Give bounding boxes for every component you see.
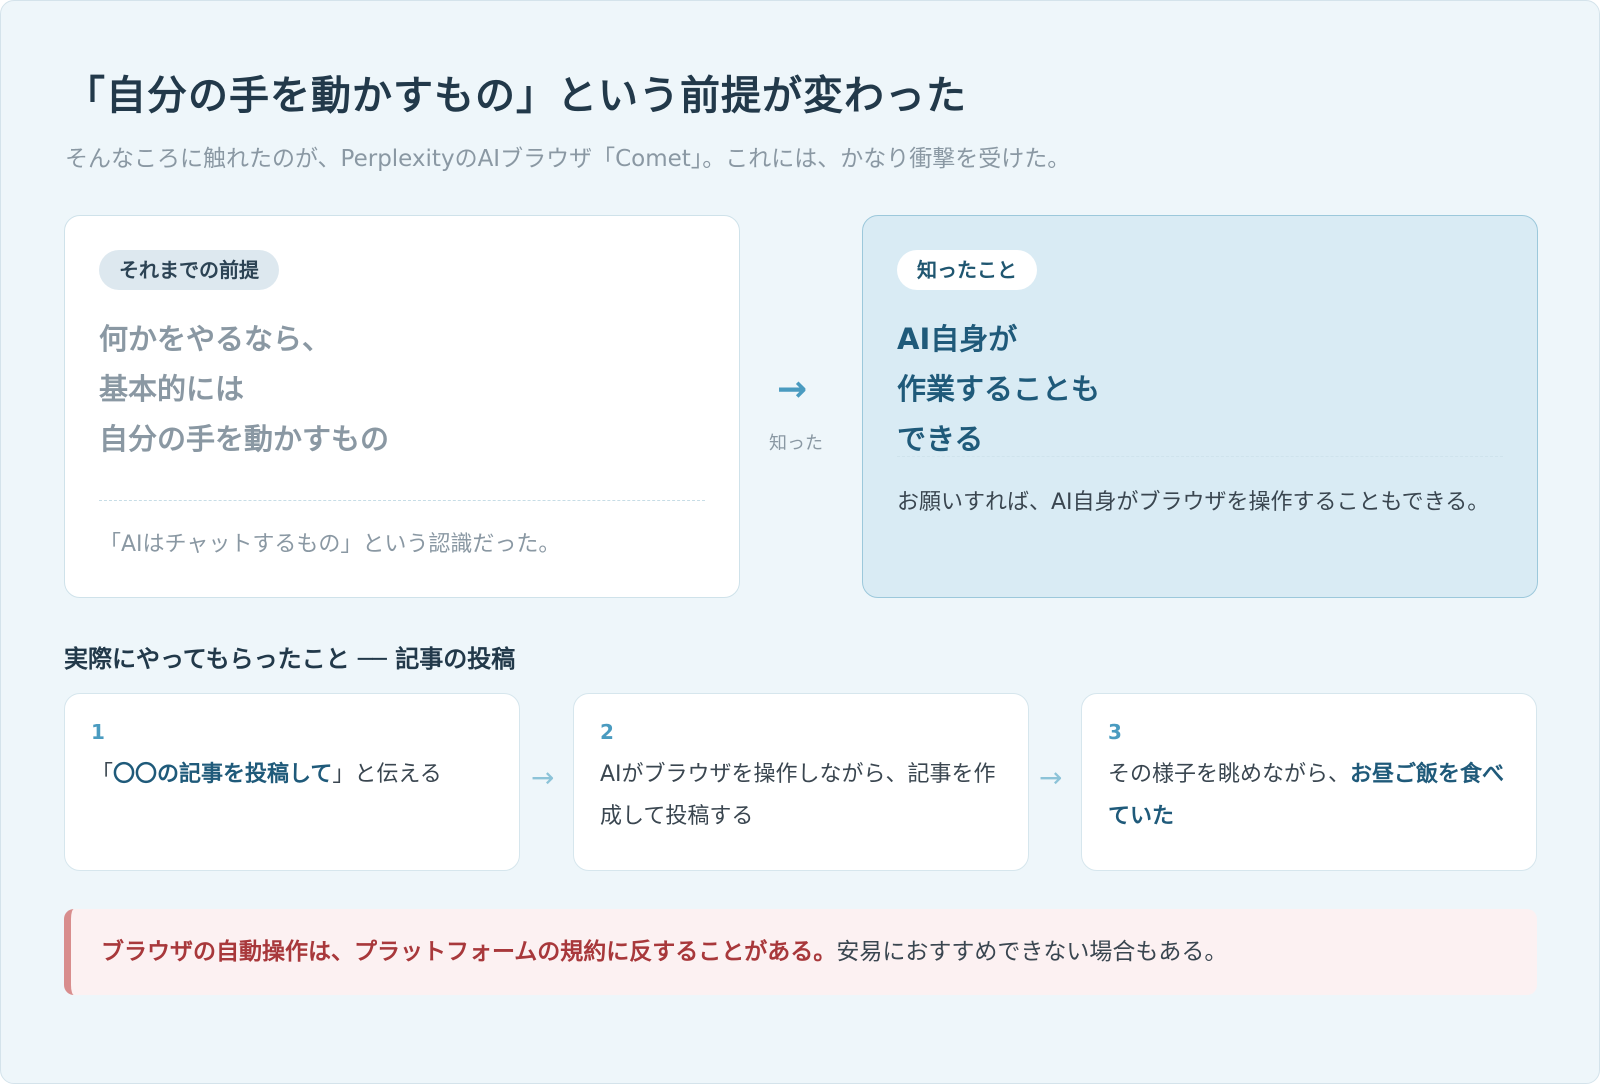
before-line: 基本的には: [99, 372, 245, 406]
before-pill: それまでの前提: [99, 250, 279, 290]
step-text-plain: 」と伝える: [332, 762, 442, 787]
page-subtitle: そんなころに触れたのが、PerplexityのAIブラウザ「Comet」。これに…: [65, 146, 1071, 172]
transition-label: 知った: [769, 433, 823, 454]
after-note: お願いすれば、AI自身がブラウザを操作することもできる。: [897, 490, 1490, 515]
step-text-strong: 〇〇の記事を投稿して: [113, 762, 333, 787]
step-text: 「〇〇の記事を投稿して」と伝える: [91, 754, 499, 796]
right-arrow-icon: →: [531, 761, 555, 794]
steps-section-title: 実際にやってもらったこと ── 記事の投稿: [64, 645, 516, 673]
after-pill: 知ったこと: [897, 250, 1037, 290]
step-card: 1 「〇〇の記事を投稿して」と伝える: [64, 693, 520, 871]
after-divider: [897, 456, 1503, 457]
right-arrow-icon: →: [777, 369, 808, 410]
step-text-plain: AIがブラウザを操作しながら、記事を作成して投稿する: [600, 762, 996, 829]
after-card: 知ったこと AI自身が 作業することも できる お願いすれば、AI自身がブラウザ…: [862, 215, 1538, 598]
warning-text: ブラウザの自動操作は、プラットフォームの規約に反することがある。安易におすすめで…: [101, 931, 1227, 973]
step-text: その様子を眺めながら、お昼ご飯を食べていた: [1108, 754, 1516, 838]
warning-callout: ブラウザの自動操作は、プラットフォームの規約に反することがある。安易におすすめで…: [64, 909, 1537, 995]
step-card: 2 AIがブラウザを操作しながら、記事を作成して投稿する: [573, 693, 1029, 871]
before-line: 何かをやるなら、: [99, 322, 332, 356]
step-text: AIがブラウザを操作しながら、記事を作成して投稿する: [600, 754, 1008, 838]
step-number: 2: [600, 720, 614, 744]
step-text-plain: 「: [91, 762, 114, 787]
page-frame: 「自分の手を動かすもの」という前提が変わった そんなころに触れたのが、Perpl…: [0, 0, 1600, 1084]
before-statement: 何かをやるなら、 基本的には 自分の手を動かすもの: [99, 314, 389, 464]
right-arrow-icon: →: [1039, 761, 1063, 794]
step-text-plain: その様子を眺めながら、: [1108, 762, 1351, 787]
before-divider: [99, 500, 705, 501]
step-number: 3: [1108, 720, 1122, 744]
step-number: 1: [91, 720, 105, 744]
before-card: それまでの前提 何かをやるなら、 基本的には 自分の手を動かすもの 「AIはチャ…: [64, 215, 740, 598]
after-line: 作業することも: [897, 372, 1101, 406]
after-line: AI自身が: [897, 322, 1018, 356]
page-title: 「自分の手を動かすもの」という前提が変わった: [65, 73, 967, 119]
before-note: 「AIはチャットするもの」という認識だった。: [99, 532, 561, 557]
after-statement: AI自身が 作業することも できる: [897, 314, 1100, 464]
warning-strong: ブラウザの自動操作は、プラットフォームの規約に反することがある。: [101, 939, 837, 965]
before-line: 自分の手を動かすもの: [99, 422, 390, 456]
warning-rest: 安易におすすめできない場合もある。: [836, 939, 1228, 965]
step-card: 3 その様子を眺めながら、お昼ご飯を食べていた: [1081, 693, 1537, 871]
